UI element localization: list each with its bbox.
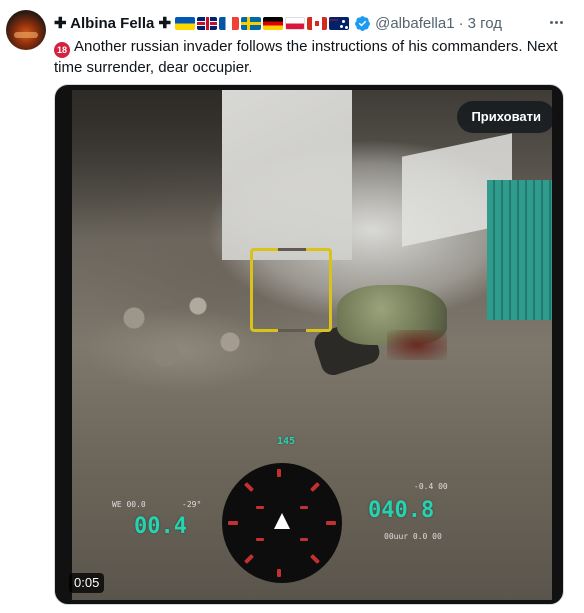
more-options-icon[interactable]: [546, 12, 566, 32]
separator: ·: [458, 14, 464, 32]
display-name[interactable]: ✚ Albina Fella ✚: [54, 14, 171, 32]
hud-left-small: WE 00.0: [112, 500, 146, 509]
tweet-text: 18 Another russian invader follows the in…: [54, 37, 564, 78]
flag-uk-icon: [197, 16, 218, 30]
flags: [175, 16, 350, 30]
flag-poland-icon: [285, 16, 306, 30]
flag-germany-icon: [263, 16, 284, 30]
tweet-text-content: Another russian invader follows the inst…: [54, 38, 558, 76]
hud-right-small: -0.4 00: [414, 482, 448, 491]
scene-shadow: [72, 90, 222, 240]
hud-left-value: 00.4: [134, 514, 187, 539]
hud-angle: -29°: [182, 500, 202, 509]
scene-wall: [222, 90, 352, 260]
flag-canada-icon: [307, 16, 328, 30]
flag-sweden-icon: [241, 16, 262, 30]
media-container[interactable]: 145 WE 00.0 -29° 00.4 -0.4 00 040.8 00uu…: [54, 84, 564, 605]
flag-france-icon: [219, 16, 240, 30]
hud-heading: 145: [277, 436, 296, 447]
avatar[interactable]: [6, 10, 46, 50]
hide-button[interactable]: Приховати: [457, 101, 555, 133]
age-restricted-icon: 18: [54, 42, 70, 58]
hud-bottom-right: 00uur 0.0 00: [384, 532, 442, 541]
flag-ukraine-icon: [175, 16, 196, 30]
hud-arrow-icon: [274, 513, 290, 529]
video-player[interactable]: 145 WE 00.0 -29° 00.4 -0.4 00 040.8 00uu…: [72, 90, 552, 600]
flag-australia-icon: [329, 16, 350, 30]
tweet: ✚ Albina Fella ✚ @albafella1 · 3 год 18 A…: [0, 0, 584, 613]
handle[interactable]: @albafella1: [375, 15, 454, 32]
video-duration: 0:05: [69, 573, 105, 593]
scene-figure: [311, 275, 457, 385]
verified-badge-icon: [355, 15, 371, 31]
tweet-header: ✚ Albina Fella ✚ @albafella1 · 3 год: [54, 13, 502, 33]
hud-compass: [222, 463, 342, 583]
scene-teal-wall: [487, 180, 552, 320]
targeting-box: [250, 248, 332, 332]
timestamp[interactable]: 3 год: [468, 15, 502, 32]
scene-rubble: [102, 270, 262, 390]
hud-right-value: 040.8: [368, 498, 435, 523]
